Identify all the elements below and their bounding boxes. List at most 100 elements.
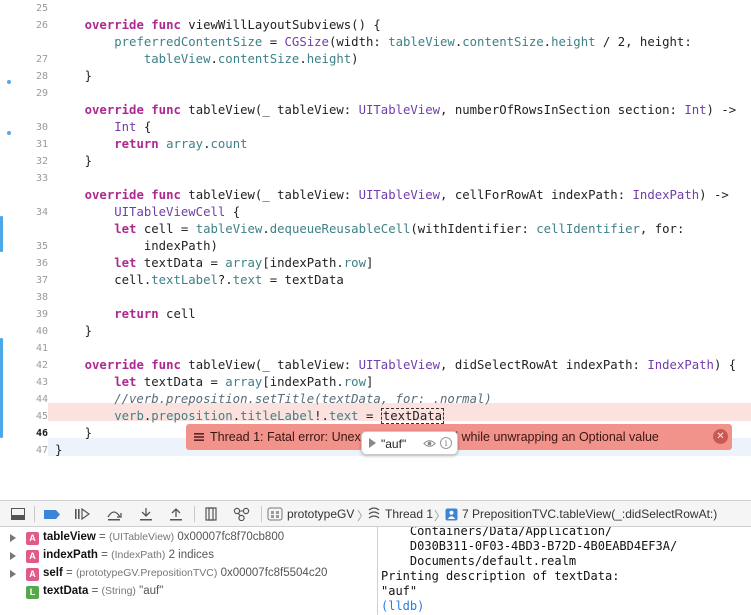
variable-value: 0x00007fc8f70cb800: [177, 531, 285, 543]
variables-view[interactable]: AtableView = (UITableView) 0x00007fc8f70…: [0, 527, 377, 615]
continue-icon[interactable]: [72, 505, 92, 523]
code-token: }: [55, 324, 93, 338]
code-token: UITableView: [358, 358, 441, 372]
error-lines-icon: [194, 433, 204, 441]
app-target-icon: [267, 507, 283, 521]
variable-row[interactable]: AtableView = (UITableView) 0x00007fc8f70…: [0, 529, 377, 547]
view-hierarchy-icon[interactable]: [201, 505, 221, 523]
hide-debug-area-icon[interactable]: [10, 505, 26, 523]
code-token: textLabel: [151, 273, 218, 287]
step-into-icon[interactable]: [136, 505, 156, 523]
variable-type: (String): [101, 585, 136, 597]
close-icon[interactable]: ✕: [713, 429, 728, 444]
expand-triangle-icon[interactable]: [369, 438, 376, 448]
code-token: height: [306, 52, 352, 66]
breadcrumb-project[interactable]: prototypeGV: [267, 504, 354, 524]
argument-variable-icon: A: [26, 568, 39, 581]
lldb-console[interactable]: Containers/Data/Application/ D030B311-0F…: [377, 527, 751, 615]
breadcrumb-frame[interactable]: 7 PrepositionTVC.tableView(_:didSelectRo…: [445, 504, 717, 524]
code-token: ) {: [713, 358, 737, 372]
code-token: (width:: [328, 35, 389, 49]
code-line: let textData = array[indexPath.row]: [55, 374, 373, 391]
thread-icon: [368, 507, 380, 519]
line-number: 29: [35, 88, 48, 99]
code-line: return array.count: [55, 136, 248, 153]
code-token: .: [210, 52, 218, 66]
code-line: }: [55, 323, 92, 340]
step-over-icon[interactable]: [104, 505, 124, 523]
code-token: [indexPath.: [262, 375, 344, 389]
quicklook-eye-icon[interactable]: [423, 438, 436, 449]
code-line: return cell: [55, 306, 196, 323]
code-token: count: [210, 137, 248, 151]
code-token: textData =: [136, 256, 226, 270]
variable-text: indexPath = (IndexPath) 2 indices: [43, 549, 214, 561]
variable-type: (IndexPath): [111, 549, 166, 561]
disclosure-triangle-icon[interactable]: [10, 534, 16, 542]
breakpoints-toggle-icon[interactable]: [42, 505, 62, 523]
breadcrumb-thread[interactable]: Thread 1: [367, 504, 433, 524]
code-token: =: [358, 409, 381, 423]
memory-graph-icon[interactable]: [231, 505, 253, 523]
code-token: let: [114, 222, 137, 236]
variable-row[interactable]: AindexPath = (IndexPath) 2 indices: [0, 547, 377, 565]
code-token: , cellForRowAt indexPath:: [440, 188, 633, 202]
code-line: }: [55, 68, 92, 85]
code-line: verb.preposition.titleLabel!.text = text…: [55, 408, 445, 425]
code-token: cell: [158, 307, 196, 321]
code-token: , for:: [639, 222, 685, 236]
disclosure-triangle-icon[interactable]: [10, 552, 16, 560]
code-token: height: [551, 35, 596, 49]
code-token: }: [55, 69, 93, 83]
code-token: textData =: [136, 375, 226, 389]
error-banner[interactable]: Thread 1: Fatal error: Unexpectedly foun…: [186, 424, 732, 450]
source-editor[interactable]: 25 26 27 28 29 30 31 32 33 34 35 36 37 38 39 40 41 42 43 44…: [0, 0, 751, 500]
code-token: [indexPath.: [262, 256, 344, 270]
code-token: }: [55, 154, 93, 168]
stack-frame-user-icon: [445, 508, 458, 520]
code-line: }: [55, 153, 92, 170]
code-line: override func tableView(_ tableView: UIT…: [55, 102, 737, 119]
line-number: 38: [35, 292, 48, 303]
code-token: .: [232, 409, 241, 423]
code-token: , numberOfRowsInSection section:: [440, 103, 685, 117]
line-number-gutter[interactable]: 25 26 27 28 29 30 31 32 33 34 35 36 37 38 39 40 41 42 43 44…: [0, 0, 48, 500]
local-variable-icon: L: [26, 586, 39, 599]
breadcrumb-label: 7 PrepositionTVC.tableView(_:didSelectRo…: [462, 507, 718, 521]
code-token: {: [225, 205, 241, 219]
highlighted-variable[interactable]: textData: [380, 408, 445, 424]
line-number: 32: [35, 156, 48, 167]
info-icon[interactable]: i: [440, 437, 452, 449]
code-token: array: [225, 375, 263, 389]
code-token: override: [84, 103, 144, 117]
variable-row[interactable]: Aself = (prototypeGV.PrepositionTVC) 0x0…: [0, 565, 377, 583]
code-token: row: [343, 256, 366, 270]
line-number: 35: [35, 241, 48, 252]
code-token: ) ->: [699, 188, 729, 202]
code-token: =: [262, 35, 285, 49]
code-token: .: [543, 35, 552, 49]
variable-name: indexPath: [43, 549, 98, 561]
variable-row[interactable]: LtextData = (String) "auf": [0, 583, 377, 601]
argument-variable-icon: A: [26, 550, 39, 563]
line-number: 43: [35, 377, 48, 388]
toolbar-separator: [194, 506, 195, 522]
code-token: UITableViewCell: [114, 205, 226, 219]
line-number: 42: [35, 360, 48, 371]
line-number: 46: [35, 428, 48, 439]
code-token: !.: [314, 409, 329, 423]
datatip-popup[interactable]: "auf" i: [361, 431, 458, 455]
step-out-icon[interactable]: [166, 505, 186, 523]
code-token: / 2, height:: [595, 35, 692, 49]
disclosure-triangle-icon[interactable]: [10, 570, 16, 578]
variable-name: tableView: [43, 531, 96, 543]
variable-text: tableView = (UITableView) 0x00007fc8f70c…: [43, 531, 285, 543]
toolbar-separator: [34, 506, 35, 522]
code-token: override: [84, 358, 144, 372]
